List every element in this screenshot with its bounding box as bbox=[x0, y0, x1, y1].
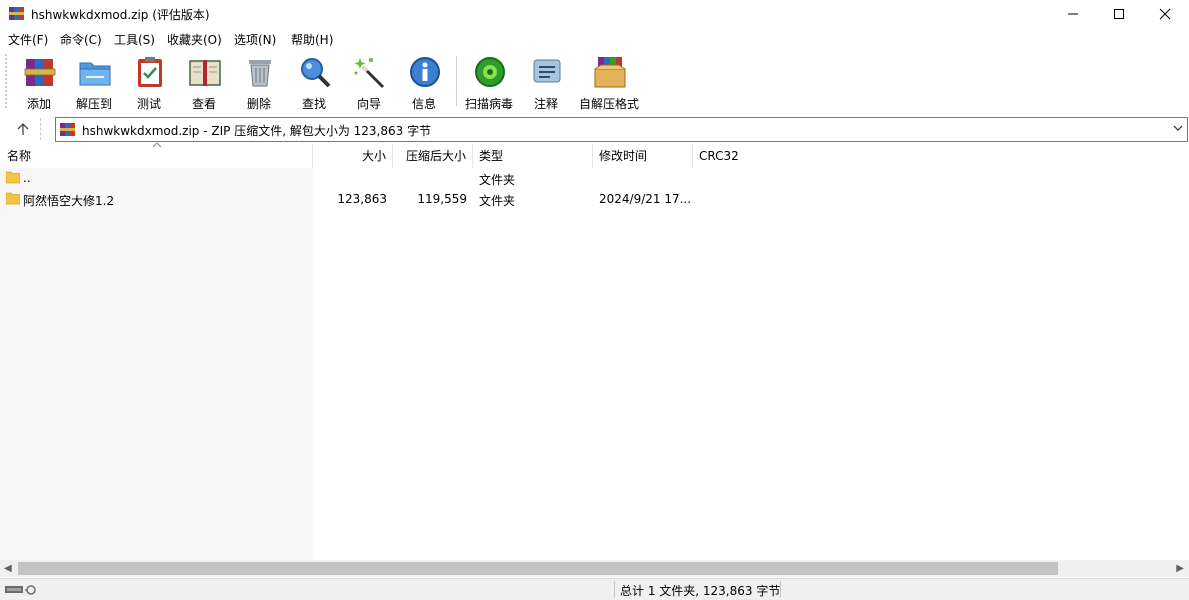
column-size-label: 大小 bbox=[361, 149, 386, 163]
column-name[interactable]: 名称 bbox=[0, 142, 313, 168]
menu-bar: 文件(F) 命令(C) 工具(S) 收藏夹(O) 选项(N) 帮助(H) bbox=[0, 29, 1189, 49]
column-type-label: 类型 bbox=[479, 149, 504, 163]
maximize-button[interactable] bbox=[1096, 0, 1142, 28]
folder-icon bbox=[6, 192, 20, 205]
chevron-down-icon[interactable] bbox=[1173, 123, 1183, 133]
status-summary: 总计 1 文件夹, 123,863 字节 bbox=[620, 584, 781, 598]
address-bar: hshwkwkdxmod.zip - ZIP 压缩文件, 解包大小为 123,8… bbox=[0, 116, 1189, 143]
column-packed-size[interactable]: 压缩后大小 bbox=[393, 144, 473, 168]
add-archive-icon bbox=[24, 59, 56, 86]
list-item-parent[interactable]: .. 文件夹 bbox=[0, 168, 1189, 189]
zip-archive-icon bbox=[60, 123, 75, 136]
column-crc-label: CRC32 bbox=[699, 149, 739, 163]
sfx-label: 自解压格式 bbox=[578, 97, 639, 111]
column-crc32[interactable]: CRC32 bbox=[693, 144, 793, 168]
name-column-shade bbox=[0, 168, 313, 560]
toolbar: 添加 解压到 测试 查看 删除 查找 向导 信息 扫描病毒 注释 自解压格式 bbox=[0, 50, 1189, 114]
magic-wand-icon bbox=[354, 58, 385, 89]
file-list[interactable]: .. 文件夹 阿然悟空大修1.2 123,863 119,559 文件夹 202… bbox=[0, 168, 1189, 560]
column-modified[interactable]: 修改时间 bbox=[593, 144, 693, 168]
column-size[interactable]: 大小 bbox=[313, 144, 393, 168]
column-name-label: 名称 bbox=[7, 149, 32, 163]
minimize-icon bbox=[1068, 13, 1078, 15]
item-type: 文件夹 bbox=[479, 173, 516, 187]
arrow-up-icon bbox=[17, 123, 29, 135]
close-icon bbox=[1159, 8, 1171, 20]
close-button[interactable] bbox=[1142, 0, 1188, 28]
scrollbar-thumb[interactable] bbox=[18, 562, 1058, 575]
address-field[interactable]: hshwkwkdxmod.zip - ZIP 压缩文件, 解包大小为 123,8… bbox=[55, 117, 1188, 142]
list-item[interactable]: 阿然悟空大修1.2 123,863 119,559 文件夹 2024/9/21 … bbox=[0, 189, 1189, 210]
item-name: 阿然悟空大修1.2 bbox=[23, 194, 115, 208]
title-bar: hshwkwkdxmod.zip (评估版本) bbox=[0, 0, 1189, 28]
folder-icon bbox=[6, 171, 20, 184]
trash-icon bbox=[249, 60, 271, 87]
status-divider bbox=[614, 581, 615, 598]
scroll-right-icon[interactable]: ▶ bbox=[1176, 563, 1184, 574]
column-packed-label: 压缩后大小 bbox=[405, 149, 466, 163]
drive-key-icon[interactable] bbox=[4, 583, 40, 596]
menu-options[interactable]: 选项(N) bbox=[234, 31, 276, 48]
status-divider bbox=[780, 581, 781, 598]
sfx-button[interactable]: 自解压格式 bbox=[579, 53, 639, 111]
menu-favorites[interactable]: 收藏夹(O) bbox=[167, 31, 222, 48]
winrar-app-icon bbox=[9, 7, 24, 20]
sfx-box-icon bbox=[594, 57, 626, 88]
menu-help[interactable]: 帮助(H) bbox=[291, 31, 333, 48]
comment-button[interactable]: 注释 bbox=[518, 53, 574, 111]
magnifier-icon bbox=[301, 58, 331, 88]
horizontal-scrollbar[interactable]: ◀ ▶ bbox=[0, 560, 1189, 577]
sort-ascending-icon bbox=[152, 142, 162, 148]
status-bar: 总计 1 文件夹, 123,863 字节 bbox=[0, 578, 1189, 600]
address-text: hshwkwkdxmod.zip - ZIP 压缩文件, 解包大小为 123,8… bbox=[82, 124, 432, 138]
item-size: 123,863 bbox=[337, 192, 387, 206]
menu-file[interactable]: 文件(F) bbox=[8, 31, 48, 48]
item-packed-size: 119,559 bbox=[417, 192, 467, 206]
column-type[interactable]: 类型 bbox=[473, 144, 593, 168]
scroll-left-icon[interactable]: ◀ bbox=[4, 563, 12, 574]
column-modified-label: 修改时间 bbox=[599, 149, 648, 163]
item-modified: 2024/9/21 17... bbox=[599, 192, 692, 206]
menu-tools[interactable]: 工具(S) bbox=[114, 31, 155, 48]
virus-scan-icon bbox=[475, 57, 505, 87]
item-name: .. bbox=[23, 171, 31, 185]
up-folder-button[interactable] bbox=[6, 118, 41, 140]
window-title: hshwkwkdxmod.zip (评估版本) bbox=[31, 8, 210, 22]
comment-icon bbox=[533, 59, 561, 83]
minimize-button[interactable] bbox=[1050, 0, 1096, 28]
item-type: 文件夹 bbox=[479, 194, 516, 208]
extract-folder-icon bbox=[79, 62, 111, 86]
view-book-icon bbox=[189, 60, 221, 86]
column-header-row: 名称 大小 压缩后大小 类型 修改时间 CRC32 bbox=[0, 142, 1189, 168]
info-button[interactable]: 信息 bbox=[396, 53, 452, 111]
menu-commands[interactable]: 命令(C) bbox=[60, 31, 102, 48]
maximize-icon bbox=[1114, 9, 1124, 19]
test-clipboard-icon bbox=[138, 57, 162, 87]
info-icon bbox=[410, 57, 440, 87]
